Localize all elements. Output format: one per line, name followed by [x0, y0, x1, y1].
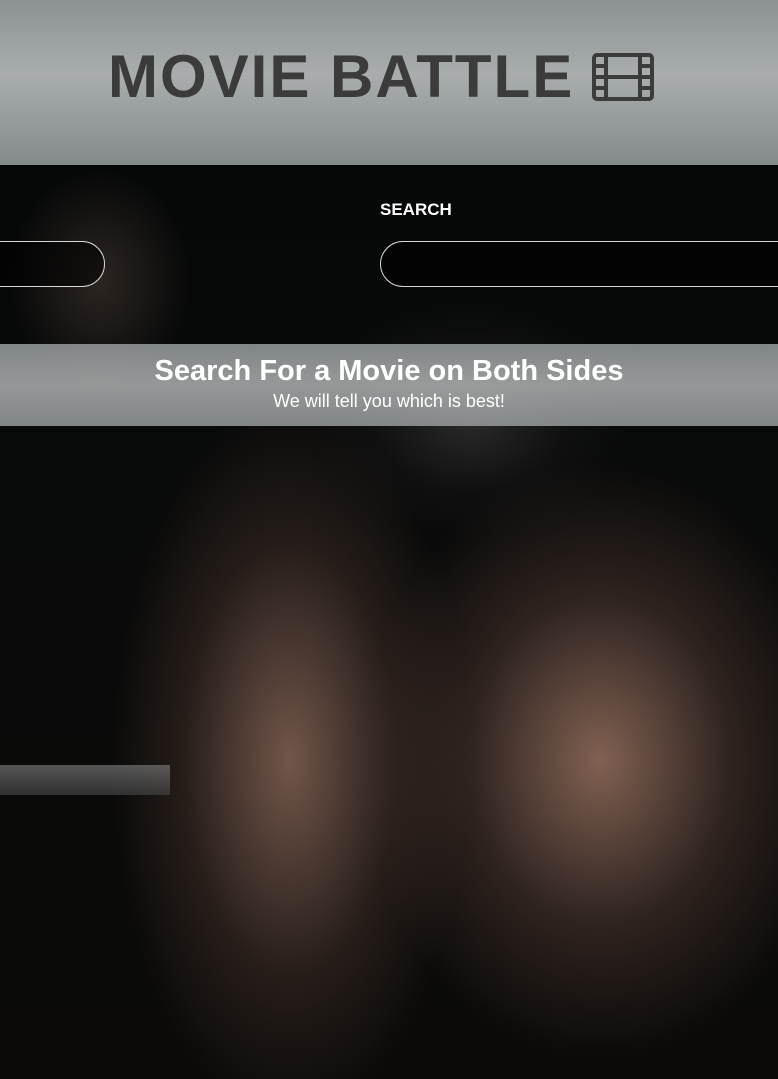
- banner-subheading: We will tell you which is best!: [273, 391, 505, 411]
- search-input-left[interactable]: [0, 241, 105, 287]
- site-title: MOVIE BATTLE: [108, 42, 655, 112]
- instruction-banner: Search For a Movie on Both Sides We will…: [0, 344, 778, 426]
- search-input-right[interactable]: [380, 241, 778, 287]
- site-header: MOVIE BATTLE: [0, 0, 778, 165]
- film-icon: [592, 53, 655, 101]
- banner-heading: Search For a Movie on Both Sides: [154, 355, 624, 387]
- background-photo-rope: [0, 765, 170, 795]
- search-label: SEARCH: [380, 200, 452, 219]
- site-title-text: MOVIE BATTLE: [108, 43, 575, 110]
- page: MOVIE BATTLE SEARCH Search For a Movie o…: [0, 0, 778, 1079]
